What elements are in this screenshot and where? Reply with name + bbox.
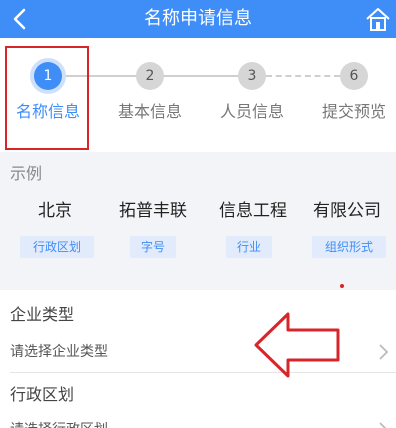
example-name-industry: 信息工程	[219, 201, 287, 221]
example-tag-brand: 字号	[130, 236, 176, 258]
app-header: 名称申请信息	[0, 0, 396, 38]
step-connector-dashed	[266, 75, 340, 77]
page-title: 名称申请信息	[144, 8, 252, 29]
step-3-label[interactable]: 人员信息	[212, 101, 292, 123]
example-title: 示例	[10, 164, 43, 183]
example-tag-org: 组织形式	[312, 236, 386, 258]
example-name-brand: 拓普丰联	[119, 201, 187, 221]
step-6-indicator[interactable]: 6	[340, 62, 368, 90]
chevron-right-icon[interactable]	[378, 342, 390, 362]
chevron-right-icon[interactable]	[378, 420, 390, 428]
annotation-highlight-box	[5, 46, 89, 150]
step-2-indicator[interactable]: 2	[136, 62, 164, 90]
annotation-arrow-icon	[254, 312, 340, 378]
example-tag-region: 行政区划	[20, 236, 94, 258]
example-panel: 示例 北京 拓普丰联 信息工程 有限公司 行政区划 字号 行业 组织形式	[0, 152, 396, 290]
step-6-label[interactable]: 提交预览	[314, 101, 394, 123]
annotation-dot	[340, 284, 344, 288]
step-connector	[162, 75, 238, 77]
step-2-label[interactable]: 基本信息	[110, 101, 190, 123]
admin-region-label: 行政区划	[10, 385, 75, 404]
example-name-org: 有限公司	[313, 201, 381, 221]
enterprise-type-label: 企业类型	[10, 305, 75, 324]
example-tag-industry: 行业	[226, 236, 272, 258]
example-name-region: 北京	[38, 201, 72, 221]
step-3-indicator[interactable]: 3	[238, 62, 266, 90]
home-icon	[366, 8, 390, 31]
home-button[interactable]	[364, 4, 392, 34]
admin-region-select[interactable]: 请选择行政区划	[10, 420, 380, 428]
